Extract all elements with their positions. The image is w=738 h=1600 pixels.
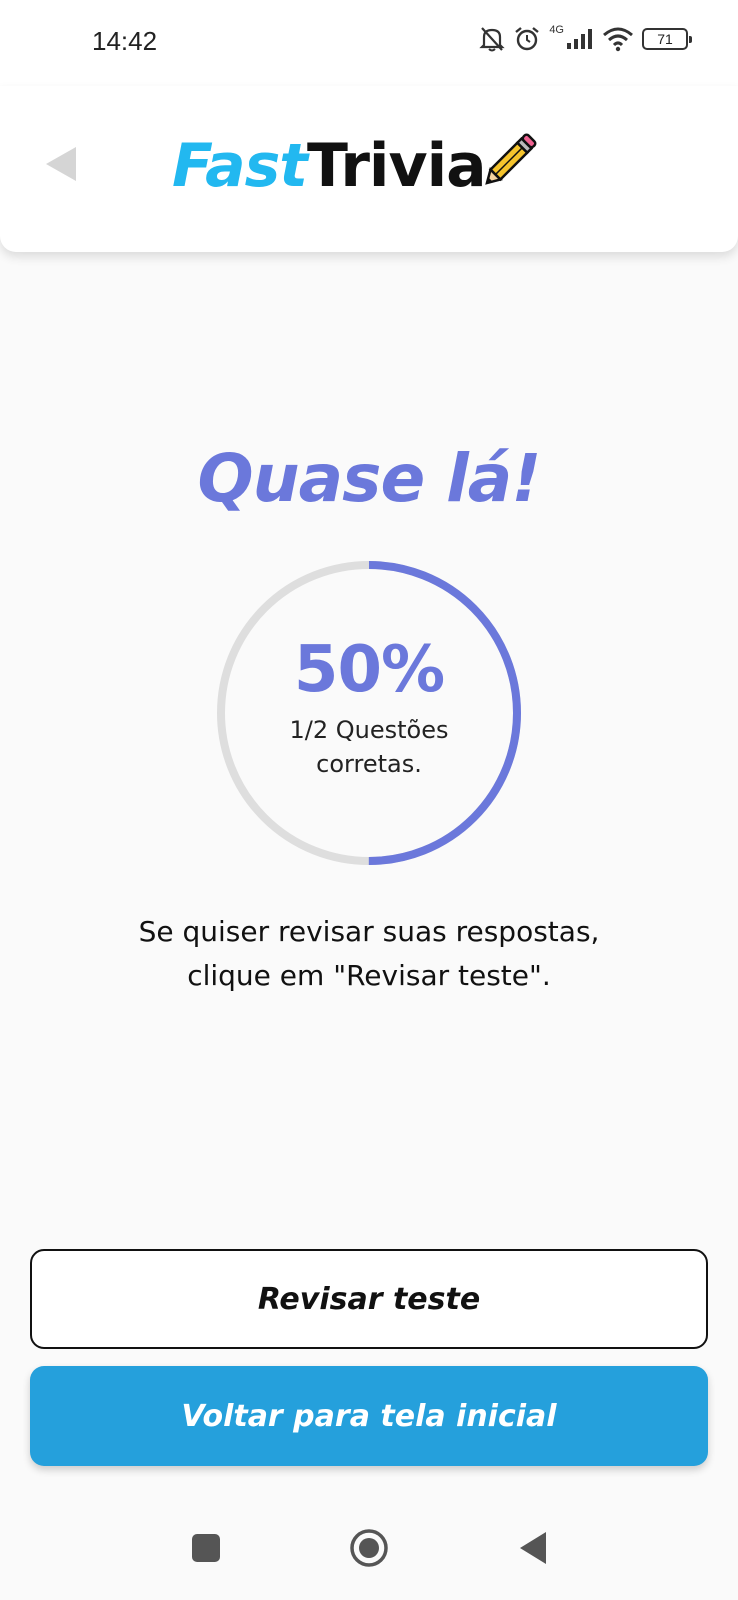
back-icon (518, 1531, 548, 1569)
app-logo: Fast Trivia (172, 126, 542, 206)
score-summary: 50% 1/2 Questões corretas. (212, 556, 526, 870)
battery-icon: 71 (642, 28, 692, 50)
back-arrow-icon (44, 145, 78, 187)
recents-button[interactable] (178, 1522, 234, 1578)
back-to-home-button[interactable]: Voltar para tela inicial (30, 1366, 708, 1466)
bell-off-icon (479, 25, 505, 53)
nav-back-button[interactable] (505, 1522, 561, 1578)
review-test-button[interactable]: Revisar teste (30, 1249, 708, 1349)
logo-text-trivia: Trivia (306, 131, 487, 201)
status-time: 14:42 (92, 26, 158, 56)
app-header: Fast Trivia (0, 86, 738, 252)
alarm-icon (513, 25, 541, 53)
result-title: Quase lá! (197, 440, 542, 517)
status-bar: 14:42 4G 71 (0, 0, 738, 86)
quiz-result-screen: 14:42 4G 71 Fast Trivia Quase lá! 50% 1/… (0, 0, 738, 1600)
back-button[interactable] (36, 138, 86, 194)
signal-icon (566, 27, 594, 51)
score-detail: 1/2 Questões corretas. (289, 716, 449, 778)
battery-level: 71 (657, 31, 673, 47)
status-icons: 4G 71 (479, 22, 692, 56)
system-nav-bar (0, 1500, 738, 1600)
recents-icon (191, 1533, 221, 1567)
pencil-icon (480, 128, 542, 194)
home-icon (349, 1528, 389, 1572)
logo-text-fast: Fast (172, 131, 308, 201)
score-percent: 50% (293, 633, 445, 707)
network-type-label: 4G (549, 24, 564, 36)
wifi-icon (602, 26, 634, 52)
home-button[interactable] (341, 1522, 397, 1578)
review-hint-text: Se quiser revisar suas respostas, clique… (138, 915, 600, 992)
